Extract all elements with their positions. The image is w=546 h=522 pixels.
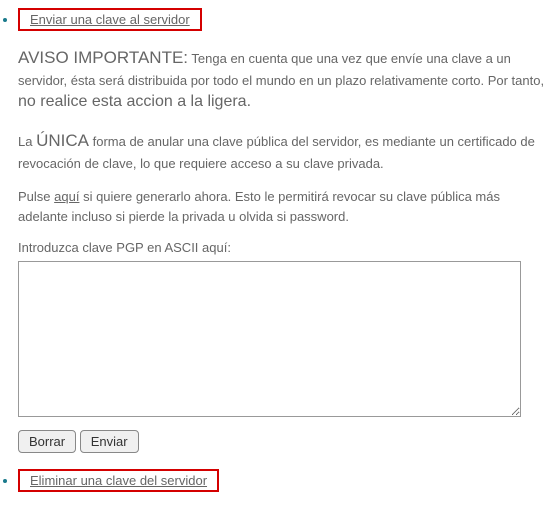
generate-paragraph: Pulse aquí si quiere generarlo ahora. Es… — [18, 187, 546, 226]
unique-word: ÚNICA — [36, 131, 89, 150]
notice-heading: AVISO IMPORTANTE: — [18, 48, 188, 67]
list-item-delete-key: Eliminar una clave del servidor — [18, 469, 546, 492]
highlight-box: Enviar una clave al servidor — [18, 8, 202, 31]
notice-strong: no realice esta accion a la ligera. — [18, 93, 251, 110]
clear-button[interactable]: Borrar — [18, 430, 76, 453]
delete-key-link[interactable]: Eliminar una clave del servidor — [30, 473, 207, 488]
unique-post: forma de anular una clave pública del se… — [18, 134, 535, 171]
highlight-box: Eliminar una clave del servidor — [18, 469, 219, 492]
generate-pre: Pulse — [18, 189, 54, 204]
list-item-send-key: Enviar una clave al servidor AVISO IMPOR… — [18, 8, 546, 453]
textarea-label: Introduzca clave PGP en ASCII aquí: — [18, 240, 546, 255]
unique-pre: La — [18, 134, 36, 149]
generate-post: si quiere generarlo ahora. Esto le permi… — [18, 189, 500, 224]
unique-paragraph: La ÚNICA forma de anular una clave públi… — [18, 128, 546, 173]
pgp-key-textarea[interactable] — [18, 261, 521, 417]
generate-link[interactable]: aquí — [54, 189, 79, 204]
notice-paragraph: AVISO IMPORTANTE: Tenga en cuenta que un… — [18, 45, 546, 114]
send-key-link[interactable]: Enviar una clave al servidor — [30, 12, 190, 27]
submit-button[interactable]: Enviar — [80, 430, 139, 453]
